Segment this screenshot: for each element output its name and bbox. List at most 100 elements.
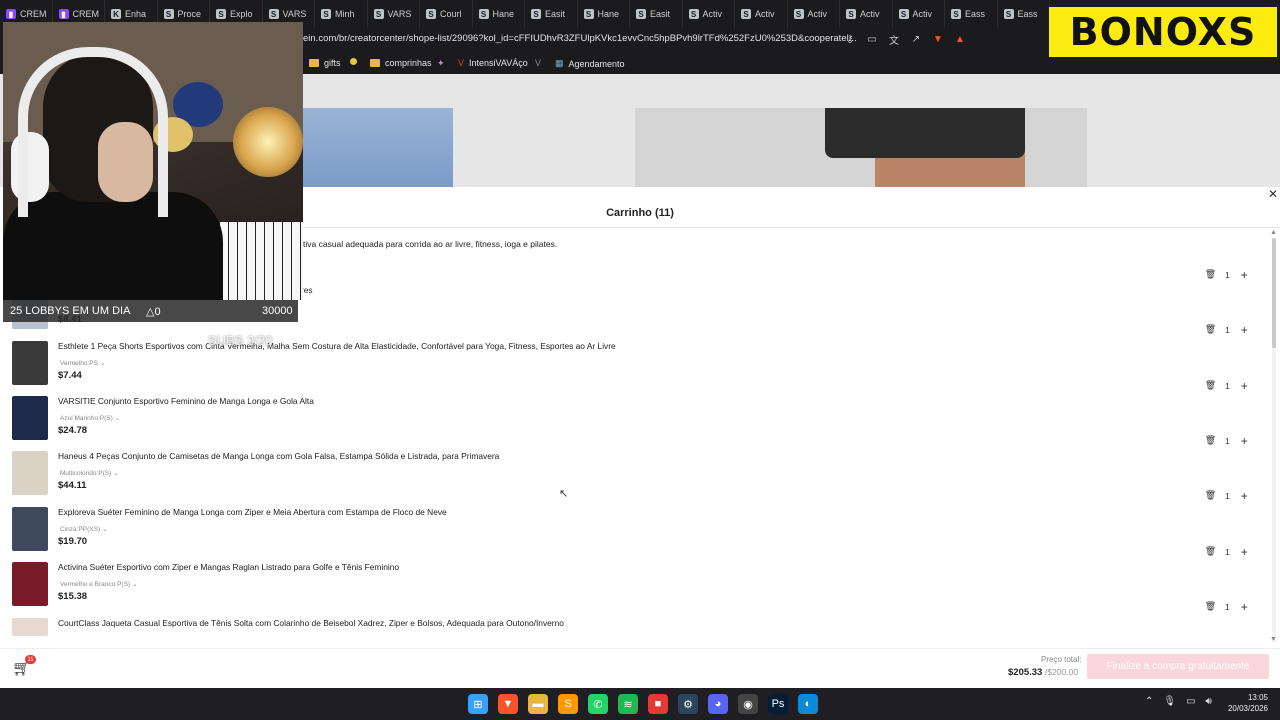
trash-icon[interactable]: 🗑︎ (1204, 323, 1217, 336)
volume-icon[interactable]: 🔊︎ (1206, 696, 1212, 707)
quantity-value[interactable]: 1 (1225, 325, 1230, 335)
display-icon[interactable]: ▭ (1186, 696, 1195, 707)
trash-icon[interactable]: 🗑︎ (1204, 379, 1217, 392)
tab-label: VARS (282, 9, 307, 19)
spotify-icon[interactable]: ≋ (618, 694, 638, 714)
product-image (635, 108, 1087, 187)
sublime-icon[interactable]: S (558, 694, 578, 714)
windows-start-icon[interactable]: ⊞ (468, 694, 488, 714)
bookmark-site[interactable]: ✦ (437, 58, 445, 69)
file-explorer-icon[interactable]: ▬ (528, 694, 548, 714)
brave-icon[interactable]: ▼ (498, 694, 518, 714)
item-thumbnail[interactable] (12, 507, 48, 551)
item-name[interactable]: CourtClass Jaqueta Casual Esportiva de T… (58, 618, 564, 628)
bookmark-site[interactable]: V (535, 58, 541, 68)
taskbar-clock[interactable]: 13:05 20/03/2026 (1224, 692, 1268, 714)
item-name[interactable]: Activina Suéter Esportivo com Ziper e Ma… (58, 562, 399, 572)
checkout-button[interactable]: Finalize a compra gratuitamente (1087, 654, 1269, 679)
mouse-cursor-icon: ↖ (559, 488, 569, 500)
discord-icon[interactable]: ◕ (708, 694, 728, 714)
brave-shields-icon[interactable]: ▼ (931, 32, 945, 46)
item-variant-select[interactable]: Azul Marinho:P(S) ⌄ (60, 414, 120, 423)
browser-tab[interactable]: S Eass (945, 0, 998, 28)
browser-tab[interactable]: S Activ (683, 0, 735, 28)
plus-icon[interactable]: + (1238, 489, 1251, 503)
plus-icon[interactable]: + (1238, 379, 1251, 393)
item-price: $19.70 (58, 536, 88, 547)
item-variant-select[interactable]: Vermelho e Branco:P(S) ⌄ (60, 580, 138, 589)
scrollbar-thumb[interactable] (1272, 238, 1276, 348)
password-key-icon[interactable]: ⚷ (843, 32, 857, 46)
plus-icon[interactable]: + (1238, 323, 1251, 337)
item-variant-select[interactable]: Vermelho:PS ⌄ (60, 359, 105, 368)
photoshop-icon[interactable]: Ps (768, 694, 788, 714)
webcam-feed (3, 22, 303, 300)
item-thumbnail[interactable] (12, 618, 48, 636)
app-red-icon[interactable]: ■ (648, 694, 668, 714)
trash-icon[interactable]: 🗑︎ (1204, 545, 1217, 558)
quantity-value[interactable]: 1 (1225, 381, 1230, 391)
cast-icon[interactable]: ▭ (865, 32, 879, 46)
browser-tab[interactable]: S Hane (578, 0, 630, 28)
browser-tab[interactable]: S Courl (420, 0, 473, 28)
item-variant-select[interactable]: Cinza:PP(XS) ⌄ (60, 525, 108, 534)
plus-icon[interactable]: + (1238, 545, 1251, 559)
close-icon[interactable]: ✕ (1268, 187, 1278, 201)
url-field[interactable]: ein.com/br/creatorcenter/shope-list/2909… (303, 33, 857, 44)
tab-label: Eass (965, 9, 986, 19)
item-thumbnail[interactable] (12, 451, 48, 495)
item-thumbnail[interactable] (12, 396, 48, 440)
browser-tab[interactable]: S Hane (473, 0, 525, 28)
item-name[interactable]: Exploreva Suéter Feminino de Manga Longa… (58, 507, 447, 517)
chevron-up-icon[interactable]: ⌃ (1145, 696, 1153, 707)
bookmark-intensivavaco[interactable]: V IntensiVAVÁço (458, 58, 528, 68)
trash-icon[interactable]: 🗑︎ (1204, 268, 1217, 281)
bookmark-comprinhas[interactable]: comprinhas (370, 58, 432, 68)
plus-icon[interactable]: + (1238, 434, 1251, 448)
bookmark-dot[interactable] (350, 58, 357, 65)
tab-label: CREM (72, 9, 100, 19)
scroll-up-icon[interactable]: ▲ (1270, 229, 1277, 236)
translate-icon[interactable]: 文 (887, 32, 901, 47)
browser-tab[interactable]: S Activ (893, 0, 945, 28)
folder-icon (370, 59, 380, 67)
quantity-value[interactable]: 1 (1225, 547, 1230, 557)
browser-tab[interactable]: S Activ (788, 0, 840, 28)
browser-tab[interactable]: S Activ (840, 0, 893, 28)
quantity-value[interactable]: 1 (1225, 436, 1230, 446)
s-icon: S (321, 9, 331, 19)
trash-icon[interactable]: 🗑︎ (1204, 600, 1217, 613)
browser-tab[interactable]: S Easit (525, 0, 578, 28)
obs-icon[interactable]: ◉ (738, 694, 758, 714)
item-variant-select[interactable]: Multicolorido:P(S) ⌄ (60, 469, 119, 478)
browser-tab[interactable]: S Eass (998, 0, 1050, 28)
v-icon: V (458, 58, 465, 68)
quantity-value[interactable]: 1 (1225, 270, 1230, 280)
bookmark-agendamento[interactable]: ▦ Agendamento (555, 58, 625, 69)
plus-icon[interactable]: + (1238, 600, 1251, 614)
tab-label: Easit (650, 9, 671, 19)
share-icon[interactable]: ↗ (909, 32, 923, 46)
tab-label: CREM (20, 9, 47, 19)
item-name[interactable]: Esthlete 1 Peça Shorts Esportivos com Ci… (58, 341, 616, 351)
steam-icon[interactable]: ⚙ (678, 694, 698, 714)
item-thumbnail[interactable] (12, 341, 48, 385)
trash-icon[interactable]: 🗑︎ (1204, 489, 1217, 502)
microphone-icon[interactable]: 🎙︎ (1163, 696, 1176, 707)
browser-tab[interactable]: S Easit (630, 0, 683, 28)
brave-rewards-icon[interactable]: ▲ (953, 32, 967, 46)
scroll-down-icon[interactable]: ▼ (1270, 636, 1277, 643)
quantity-value[interactable]: 1 (1225, 491, 1230, 501)
browser-tab[interactable]: S Minh (315, 0, 368, 28)
quantity-value[interactable]: 1 (1225, 602, 1230, 612)
trash-icon[interactable]: 🗑︎ (1204, 434, 1217, 447)
browser-tab[interactable]: S VARS (368, 0, 420, 28)
edge-icon[interactable]: ◐ (798, 694, 818, 714)
browser-tab[interactable]: S Activ (735, 0, 788, 28)
plus-icon[interactable]: + (1238, 268, 1251, 282)
bookmark-gifts[interactable]: gifts (309, 58, 341, 68)
item-name[interactable]: Haneus 4 Peças Conjunto de Camisetas de … (58, 451, 499, 461)
whatsapp-icon[interactable]: ✆ (588, 694, 608, 714)
item-thumbnail[interactable] (12, 562, 48, 606)
item-name[interactable]: VARSITIE Conjunto Esportivo Feminino de … (58, 396, 314, 406)
